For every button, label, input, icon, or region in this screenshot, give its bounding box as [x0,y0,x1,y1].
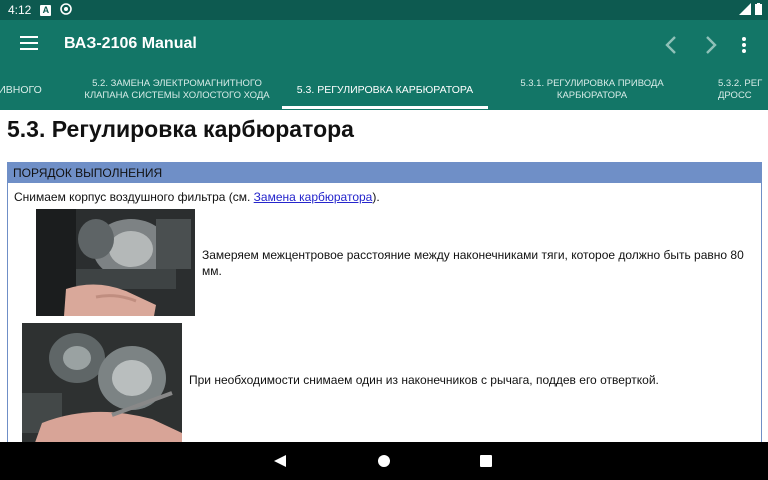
home-circle-icon[interactable] [377,454,391,468]
intro-text: Снимаем корпус воздушного фильтра (см. З… [14,190,380,204]
notification-icon: A [40,4,52,16]
status-bar: 4:12 A [0,0,768,20]
tab-previous-partial[interactable]: ИВНОГО [0,70,42,110]
carburetor-photo-2 [22,323,182,451]
recents-square-icon[interactable] [480,455,492,467]
replace-carburetor-link[interactable]: Замена карбюратора [254,190,373,204]
chevron-right-icon[interactable] [698,33,722,57]
sync-icon [60,2,73,18]
app-bar: ВАЗ-2106 Manual [0,20,768,70]
tab-5-2[interactable]: 5.2. ЗАМЕНА ЭЛЕКТРОМАГНИТНОГО КЛАПАНА СИ… [82,70,272,110]
signal-icon [739,3,751,15]
back-triangle-icon[interactable] [273,454,287,468]
tab-5-3-1[interactable]: 5.3.1. РЕГУЛИРОВКА ПРИВОДА КАРБЮРАТОРА [500,70,684,110]
step-text-1: Замеряем межцентровое расстояние между н… [202,248,744,278]
page-title: 5.3. Регулировка карбюратора [7,116,354,142]
tab-indicator [282,106,488,109]
app-title: ВАЗ-2106 Manual [64,35,197,52]
step-text-2: При необходимости снимаем один из наконе… [189,373,659,387]
intro-prefix: Снимаем корпус воздушного фильтра (см. [14,190,254,204]
section-header: ПОРЯДОК ВЫПОЛНЕНИЯ [8,163,761,183]
carburetor-photo-1 [36,209,195,316]
intro-suffix: ). [372,190,380,204]
menu-icon[interactable] [20,36,38,50]
more-vert-icon[interactable] [732,33,756,57]
tab-5-3[interactable]: 5.3. РЕГУЛИРОВКА КАРБЮРАТОРА [282,70,488,110]
tab-5-3-2[interactable]: 5.3.2. РЕГ ДРОСС [718,70,768,110]
procedure-box: ПОРЯДОК ВЫПОЛНЕНИЯ Снимаем корпус воздуш… [7,162,762,452]
chevron-left-icon[interactable] [660,33,684,57]
system-nav-bar [0,442,768,480]
battery-icon [755,3,762,15]
tab-bar: ИВНОГО 5.2. ЗАМЕНА ЭЛЕКТРОМАГНИТНОГО КЛА… [0,70,768,110]
status-time: 4:12 [8,3,32,17]
